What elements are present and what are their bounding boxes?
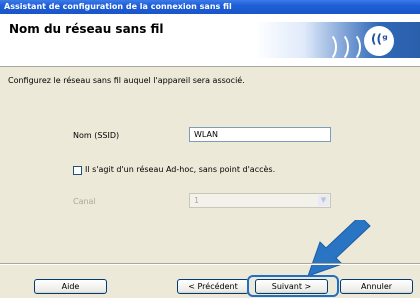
cancel-button[interactable]: Annuler: [340, 279, 413, 294]
window-title: Assistant de configuration de la connexi…: [0, 0, 420, 14]
previous-button[interactable]: < Précédent: [177, 279, 249, 294]
ssid-label: Nom (SSID): [73, 131, 120, 140]
channel-select: 1 ▼: [189, 193, 331, 208]
adhoc-checkbox[interactable]: [73, 166, 82, 175]
channel-label: Canal: [73, 197, 96, 206]
page-title: Nom du réseau sans fil: [9, 22, 164, 36]
wireless-logo-icon: ((ᵍ: [364, 26, 394, 56]
next-button[interactable]: Suivant >: [255, 279, 328, 294]
wizard-header: Nom du réseau sans fil ((ᵍ: [0, 14, 420, 67]
channel-value: 1: [194, 196, 200, 205]
wizard-window: Assistant de configuration de la connexi…: [0, 0, 420, 298]
header-banner: [255, 22, 420, 62]
pointer-arrow-icon: [307, 220, 371, 277]
ssid-input[interactable]: WLAN: [189, 127, 331, 142]
adhoc-label[interactable]: Il s'agit d'un réseau Ad-hoc, sans point…: [85, 165, 275, 174]
help-button[interactable]: Aide: [34, 279, 107, 294]
page-description: Configurez le réseau sans fil auquel l'a…: [8, 76, 245, 85]
chevron-down-icon: ▼: [318, 195, 329, 206]
signal-wave: [339, 32, 361, 62]
footer-divider: [0, 263, 420, 265]
wireless-logo-glyph: ((ᵍ: [371, 32, 388, 46]
